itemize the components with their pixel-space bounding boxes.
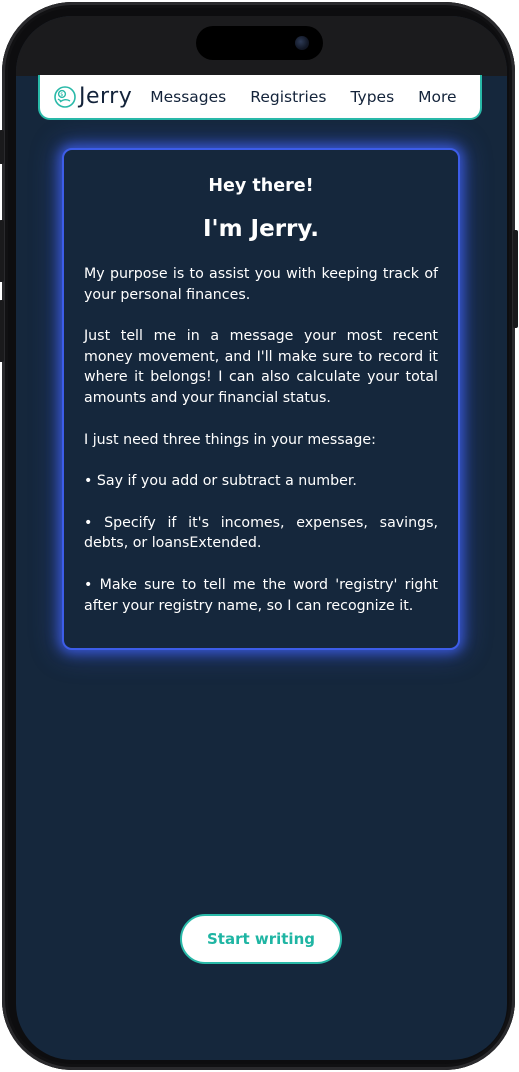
top-navbar: $ Jerry Messages Registries Types More (38, 75, 482, 120)
piggy-coin-icon: $ (53, 85, 77, 109)
intro-title: I'm Jerry. (202, 216, 320, 242)
requirement-item: • Specify if it's incomes, expenses, sav… (84, 514, 438, 552)
status-bar (16, 16, 507, 76)
front-camera-icon (295, 36, 309, 50)
svg-text:$: $ (60, 92, 63, 98)
volume-down-button (0, 300, 4, 362)
greeting-text: Hey there! (208, 176, 314, 196)
nav-registries-link[interactable]: Registries (250, 88, 326, 106)
requirements-heading: I just need three things in your message… (84, 431, 376, 448)
purpose-paragraph: My purpose is to assist you with keeping… (84, 266, 438, 303)
requirement-item: • Say if you add or subtract a number. (84, 473, 357, 490)
instructions-paragraph: Just tell me in a message your most rece… (84, 328, 438, 406)
app-screen: $ Jerry Messages Registries Types More H… (16, 16, 507, 1060)
intro-card: Hey there! I'm Jerry. My purpose is to a… (62, 148, 460, 650)
silent-switch (0, 130, 4, 164)
brand-link[interactable]: $ Jerry (53, 84, 132, 109)
start-writing-button[interactable]: Start writing (180, 914, 342, 964)
dynamic-island (196, 26, 323, 60)
nav-links: Messages Registries Types More (150, 88, 456, 106)
requirement-item: • Make sure to tell me the word 'registr… (84, 576, 438, 614)
volume-up-button (0, 220, 4, 282)
nav-messages-link[interactable]: Messages (150, 88, 226, 106)
nav-more-link[interactable]: More (418, 88, 456, 106)
power-button (513, 230, 518, 328)
brand-name: Jerry (79, 84, 133, 109)
phone-frame: $ Jerry Messages Registries Types More H… (0, 2, 518, 1070)
nav-types-link[interactable]: Types (350, 88, 394, 106)
